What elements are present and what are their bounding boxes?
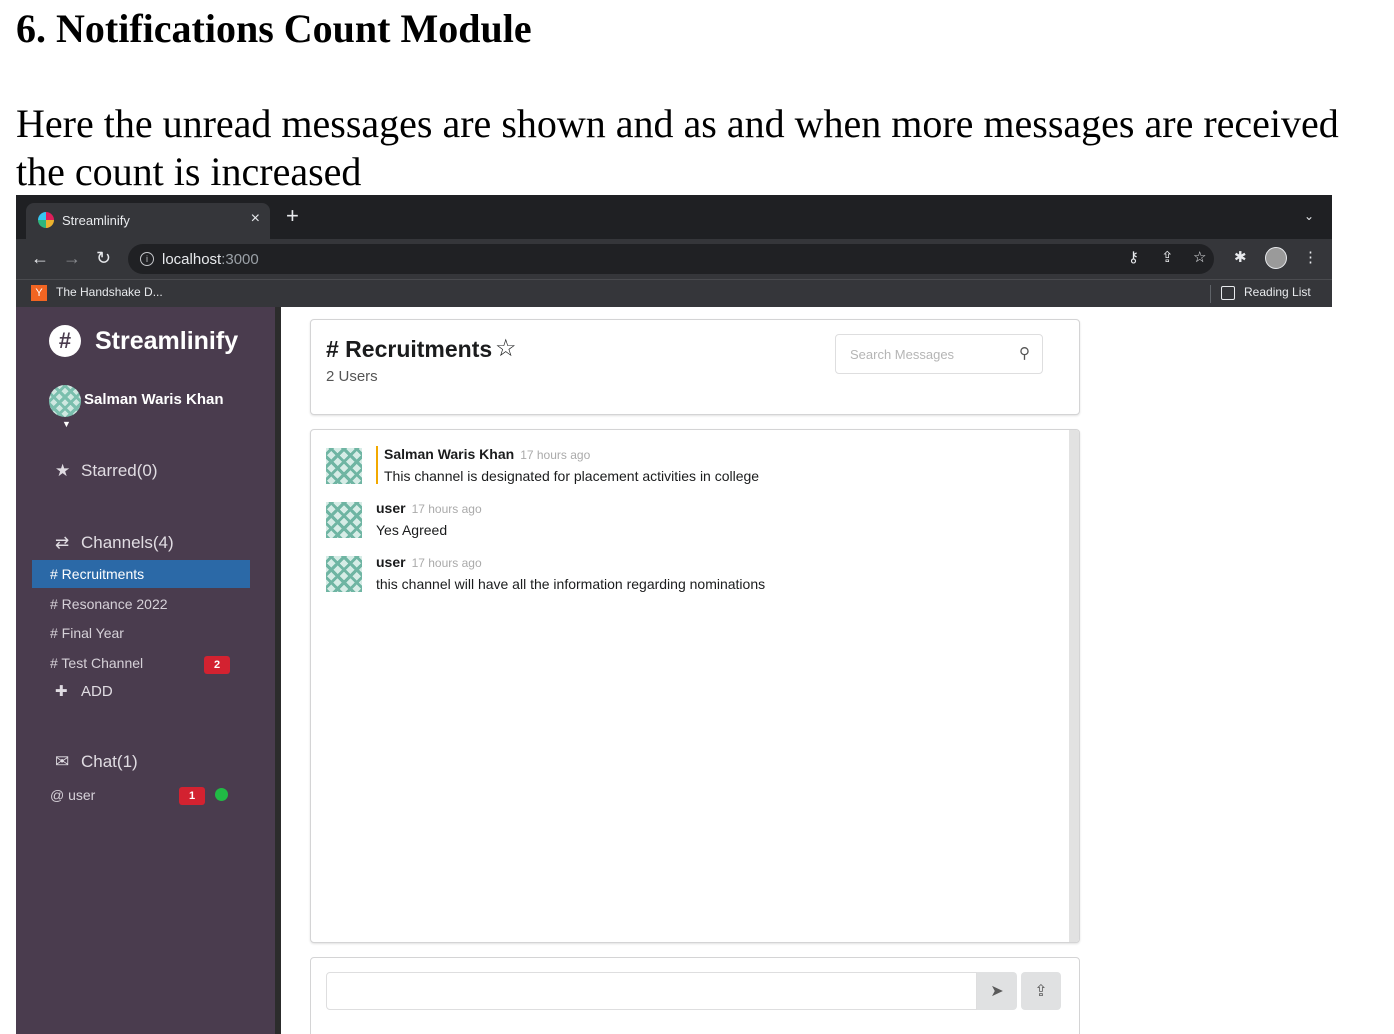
address-bar[interactable]: i localhost:3000 <box>128 244 1214 274</box>
send-button[interactable]: ➤ <box>977 972 1017 1010</box>
message-text: this channel will have all the informati… <box>376 576 766 592</box>
forward-arrow-icon[interactable]: → <box>63 247 81 269</box>
channel-label: # Final Year <box>50 625 124 641</box>
tab-bar: Streamlinify × + ⌄ <box>16 195 1332 239</box>
back-arrow-icon[interactable]: ← <box>31 247 49 269</box>
message-timestamp: 17 hours ago <box>411 556 482 570</box>
messages-panel: Salman Waris Khan 17 hours ago This chann… <box>310 429 1080 943</box>
message-avatar <box>326 556 362 592</box>
chat-header: ✉ Chat(1) <box>55 752 138 772</box>
caret-down-icon[interactable]: ▼ <box>62 419 71 429</box>
reload-icon[interactable]: ↻ <box>96 247 111 269</box>
message-timestamp: 17 hours ago <box>520 448 591 462</box>
bookmark-star-icon[interactable]: ☆ <box>1193 248 1206 268</box>
message-avatar <box>326 502 362 538</box>
message-body: user 17 hours ago Yes Agreed <box>376 500 482 538</box>
message-text: Yes Agreed <box>376 522 448 538</box>
message-author: Salman Waris Khan <box>384 446 515 462</box>
share-icon[interactable]: ⇪ <box>1161 248 1174 268</box>
search-input[interactable] <box>836 335 1022 373</box>
profile-avatar[interactable] <box>1265 247 1287 269</box>
reading-list-button[interactable]: Reading List <box>1244 285 1311 299</box>
message-text: This channel is designated for placement… <box>384 468 760 484</box>
channel-item-final-year[interactable]: # Final Year <box>32 619 250 647</box>
new-tab-icon[interactable]: + <box>286 205 299 227</box>
tab-search-chevron-icon[interactable]: ⌄ <box>1304 209 1314 223</box>
message-body: Salman Waris Khan 17 hours ago This chann… <box>376 446 759 484</box>
close-tab-icon[interactable]: × <box>251 210 260 228</box>
tab-title: Streamlinify <box>62 213 130 228</box>
message-author: user <box>376 554 406 570</box>
channel-item-recruitments[interactable]: # Recruitments <box>32 560 250 588</box>
sidebar: # Streamlinify Salman Waris Khan ▼ ★ Star… <box>16 307 275 1034</box>
favorite-star-icon[interactable]: ☆ <box>495 334 517 363</box>
channel-header: # Recruitments ☆ 2 Users ⚲ <box>310 319 1080 415</box>
starred-header[interactable]: ★ Starred(0) <box>55 461 158 481</box>
browser-window: Streamlinify × + ⌄ ← → ↻ i localhost:300… <box>16 195 1332 1034</box>
message-avatar <box>326 448 362 484</box>
user-avatar[interactable] <box>49 385 81 417</box>
channel-title: # Recruitments <box>326 336 493 362</box>
browser-tab[interactable]: Streamlinify × <box>26 203 270 239</box>
message-body: user 17 hours ago this channel will have … <box>376 554 765 592</box>
add-channel-button[interactable]: ✚ ADD <box>55 682 113 700</box>
paper-plane-icon: ➤ <box>990 983 1004 1000</box>
site-info-icon[interactable]: i <box>140 252 154 266</box>
message-timestamp: 17 hours ago <box>411 502 482 516</box>
url-text: localhost:3000 <box>162 251 259 268</box>
divider <box>1210 285 1211 303</box>
reading-list-icon <box>1221 286 1235 300</box>
unread-count-badge: 1 <box>179 787 205 805</box>
kebab-menu-icon[interactable]: ⋮ <box>1303 248 1318 268</box>
search-box: ⚲ <box>835 334 1043 374</box>
channel-item-resonance-2022[interactable]: # Resonance 2022 <box>32 590 250 618</box>
upload-icon: ⇪ <box>1034 983 1048 1000</box>
hashtag-logo-icon: # <box>49 325 81 357</box>
add-label: ADD <box>81 683 113 700</box>
star-icon: ★ <box>55 461 71 480</box>
envelope-icon: ✉ <box>55 752 70 771</box>
browser-toolbar: ← → ↻ i localhost:3000 ⚷ ⇪ ☆ ✱ ⋮ <box>16 239 1332 279</box>
scrollbar[interactable] <box>1069 430 1079 942</box>
search-icon[interactable]: ⚲ <box>1019 344 1030 362</box>
message-input[interactable] <box>326 972 977 1010</box>
bookmark-item[interactable]: The Handshake D... <box>56 285 163 299</box>
slack-favicon-icon <box>38 212 54 228</box>
exchange-icon: ⇄ <box>55 533 70 552</box>
document-paragraph: Here the unread messages are shown and a… <box>16 101 1339 194</box>
app-name: Streamlinify <box>95 327 239 355</box>
starred-label: Starred(0) <box>81 461 158 480</box>
channels-label: Channels(4) <box>81 533 174 552</box>
channels-header: ⇄ Channels(4) <box>55 533 174 553</box>
online-status-dot <box>215 788 228 801</box>
sidebar-border <box>275 307 281 1034</box>
plus-icon: ✚ <box>55 683 68 700</box>
user-count: 2 Users <box>326 368 378 385</box>
key-icon[interactable]: ⚷ <box>1128 248 1139 268</box>
url-host: localhost <box>162 251 222 268</box>
chat-label: Chat(1) <box>81 752 138 771</box>
user-name-dropdown[interactable]: Salman Waris Khan <box>84 391 223 408</box>
document-heading: 6. Notifications Count Module <box>16 6 532 51</box>
bookmarks-bar: Y The Handshake D... Reading List <box>16 279 1332 307</box>
unread-count-badge: 2 <box>204 656 230 674</box>
ycombinator-icon: Y <box>31 285 47 301</box>
url-port: :3000 <box>221 251 259 268</box>
message-author: user <box>376 500 406 516</box>
channel-label: # Test Channel <box>50 655 144 671</box>
message-compose: ➤ ⇪ <box>310 957 1080 1034</box>
extensions-icon[interactable]: ✱ <box>1234 248 1247 268</box>
dm-label: @ user <box>50 787 96 803</box>
channel-label: # Resonance 2022 <box>50 596 168 612</box>
channel-label: # Recruitments <box>50 566 145 582</box>
upload-button[interactable]: ⇪ <box>1021 972 1061 1010</box>
